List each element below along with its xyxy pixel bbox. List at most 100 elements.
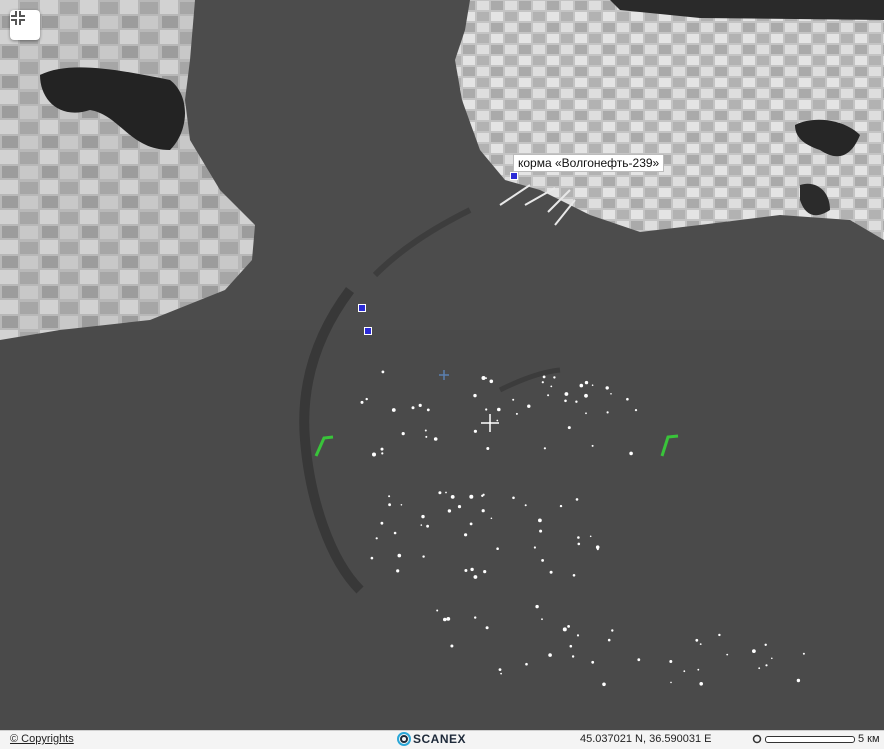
vessel-reflection (483, 570, 487, 574)
vessel-reflection (771, 657, 773, 660)
vessel-reflection (584, 393, 588, 398)
vessel-reflection (543, 447, 547, 450)
vessel-reflection (533, 546, 537, 549)
vessel-reflection (576, 634, 580, 637)
vessel-reflection (473, 393, 477, 398)
vessel-reflection (393, 531, 397, 535)
vessel-reflection (626, 397, 629, 401)
vessel-reflection (464, 569, 468, 572)
vessel-reflection (411, 406, 415, 410)
vessel-reflection (469, 494, 474, 499)
map-marker-square[interactable] (358, 304, 366, 312)
vessel-reflection (569, 644, 573, 648)
vessel-reflection (500, 672, 502, 675)
scale-bar (765, 735, 855, 743)
vessel-reflection (683, 670, 686, 673)
vessel-reflection (372, 452, 376, 457)
vessel-reflection (474, 616, 477, 619)
vessel-reflection (606, 411, 609, 414)
vessel-reflection (489, 379, 494, 384)
logo-text: SCANEX (413, 732, 467, 746)
vessel-reflection (596, 548, 599, 551)
vessel-reflection (496, 419, 499, 422)
vessel-reflection (575, 498, 579, 501)
vessel-reflection (388, 495, 391, 498)
vessel-reflection (450, 495, 455, 499)
vessel-reflection (567, 426, 571, 430)
vessel-reflection (548, 653, 552, 657)
vessel-reflection (464, 533, 468, 537)
vessel-reflection (579, 383, 584, 388)
vessel-reflection (591, 660, 595, 664)
vessel-reflection (486, 447, 490, 450)
fullscreen-toggle-button[interactable] (10, 10, 40, 40)
vessel-reflection (559, 504, 563, 508)
vessel-reflection (699, 643, 702, 645)
vessel-reflection (610, 393, 612, 395)
vessel-reflection (447, 509, 452, 513)
vessel-reflection (420, 524, 423, 526)
vessel-reflection (457, 505, 462, 509)
vessel-reflection (400, 504, 403, 506)
vessel-reflection (577, 542, 581, 546)
vessel-reflection (541, 381, 544, 384)
scale-toggle-icon[interactable] (752, 734, 762, 744)
vessel-reflection (637, 658, 641, 662)
vessel-reflection (591, 444, 594, 447)
vessel-reflection (418, 403, 422, 407)
vessel-reflection (485, 408, 488, 411)
vessel-reflection (524, 504, 527, 507)
vessel-reflection (481, 509, 485, 513)
vessel-reflection (433, 437, 438, 441)
vessel-reflection (572, 574, 576, 577)
vessel-reflection (469, 522, 473, 526)
vessel-reflection (585, 412, 587, 415)
map-footer-bar: © Copyrights SCANEX 45.037021 N, 36.5900… (0, 730, 884, 749)
vessel-reflection (422, 555, 425, 558)
vessel-reflection (396, 569, 400, 573)
map-marker-square[interactable] (510, 172, 518, 180)
vessel-reflection (497, 407, 501, 412)
vessel-reflection (591, 384, 594, 387)
vessel-reflection (425, 435, 428, 438)
vessel-reflection (424, 429, 427, 432)
vessel-reflection (438, 491, 442, 495)
vessel-reflection (380, 521, 384, 525)
collapse-fullscreen-icon (11, 11, 25, 25)
vessel-reflection (473, 429, 477, 433)
map-marker-square[interactable] (364, 327, 372, 335)
vessel-reflection (365, 397, 368, 401)
vessel-reflection (695, 638, 699, 642)
satellite-map[interactable]: корма «Волгонефть-239» (0, 0, 884, 730)
vessel-reflection (796, 678, 801, 683)
vessel-reflection (443, 617, 447, 622)
vessel-reflection (541, 559, 544, 562)
vessel-reflection (553, 376, 556, 379)
vessel-reflection (697, 668, 700, 671)
vessel-reflection (802, 652, 805, 655)
vessel-reflection (634, 409, 638, 412)
vessel-reflection (542, 375, 546, 379)
vessel-reflection (752, 649, 756, 653)
vessel-reflection (470, 567, 474, 572)
vessel-reflection (571, 655, 575, 658)
vessel-reflection (426, 524, 429, 528)
vessel-reflection (562, 627, 567, 632)
vessel-reflection (629, 451, 633, 456)
vessel-reflection (485, 626, 489, 630)
vessel-reflection (567, 625, 570, 628)
vessel-reflection (564, 399, 567, 403)
vessel-reflection (669, 660, 673, 663)
satellite-imagery (0, 0, 884, 730)
vessel-reflection (436, 609, 439, 612)
vessel-reflection (445, 491, 447, 494)
vessel-reflection (539, 529, 543, 533)
vessel-reflection (481, 376, 486, 380)
copyrights-link[interactable]: © Copyrights (10, 733, 74, 745)
vessel-reflection (718, 633, 721, 637)
vessel-reflection (577, 536, 580, 539)
vessel-reflection (538, 518, 542, 523)
vessel-reflection (602, 682, 606, 687)
vessel-reflection (607, 638, 611, 642)
vessel-reflection (388, 503, 391, 507)
